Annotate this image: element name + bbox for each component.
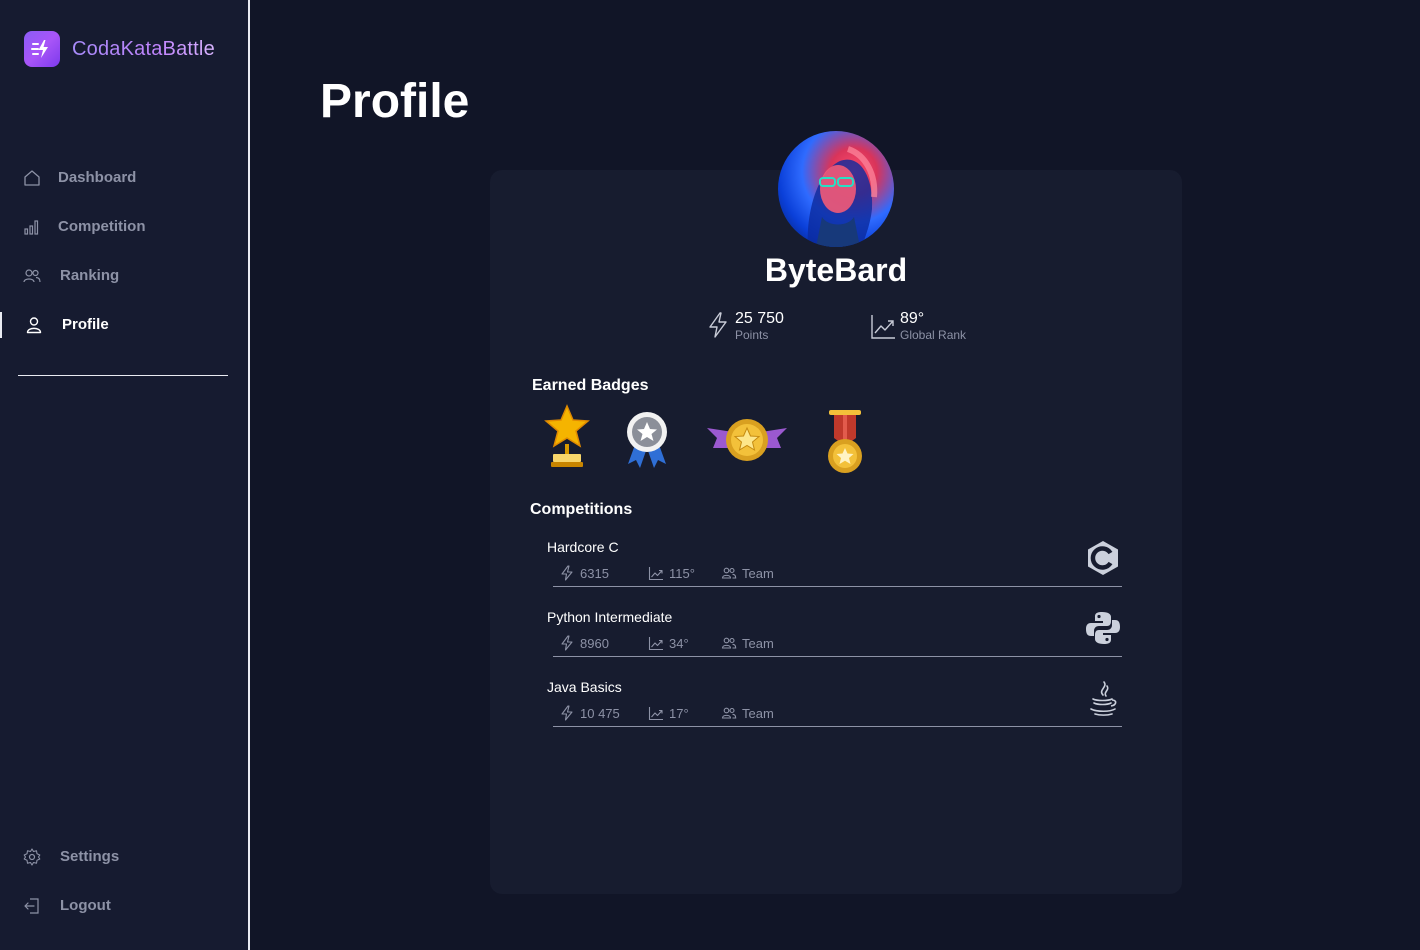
sidebar-item-logout[interactable]: Logout (0, 890, 248, 922)
user-icon (26, 317, 42, 334)
lightning-icon (561, 705, 573, 721)
rank-value: 34° (669, 635, 689, 651)
silver-star-ribbon-icon[interactable] (624, 410, 670, 470)
points-value: 10 475 (580, 705, 620, 721)
rank-value: 89° (900, 310, 925, 327)
mode-value: Team (742, 565, 774, 581)
competition-row-python-intermediate[interactable]: Python Intermediate 8960 34° Team (547, 609, 1122, 679)
brand-name: CodaKataBattle (72, 37, 215, 60)
competition-row-java-basics[interactable]: Java Basics 10 475 17° Team (547, 679, 1122, 749)
gold-winged-medal-icon[interactable] (705, 416, 789, 464)
sidebar-item-competition[interactable]: Competition (0, 211, 248, 243)
sidebar-item-label: Dashboard (58, 169, 137, 186)
row-divider (553, 726, 1122, 727)
c-language-icon (1088, 541, 1118, 575)
rank-value: 17° (669, 705, 689, 721)
row-divider (553, 656, 1122, 657)
mode-value: Team (742, 705, 774, 721)
sidebar-item-profile[interactable]: Profile (0, 309, 248, 341)
gold-star-medal-icon[interactable] (826, 408, 864, 476)
competition-points: 10 475 (559, 705, 620, 721)
users-icon (721, 567, 737, 579)
logout-icon (24, 898, 39, 914)
rank-value: 115° (669, 565, 695, 581)
page-title: Profile (320, 75, 470, 128)
lightning-icon (561, 635, 573, 651)
competition-row-hardcore-c[interactable]: Hardcore C 6315 115° Team (547, 539, 1122, 609)
competition-points: 6315 (559, 565, 609, 581)
sidebar-item-label: Ranking (60, 267, 120, 284)
trend-up-icon (648, 567, 663, 581)
sidebar-item-ranking[interactable]: Ranking (0, 260, 248, 292)
trend-up-icon (648, 637, 663, 651)
points-value: 8960 (580, 635, 609, 651)
lightning-logo-icon (24, 31, 60, 67)
competition-rank: 115° (648, 565, 695, 581)
gear-icon (23, 848, 41, 866)
trend-up-icon (871, 315, 895, 339)
competition-name: Python Intermediate (547, 609, 673, 625)
trend-up-icon (648, 707, 663, 721)
avatar (778, 131, 894, 247)
competition-points: 8960 (559, 635, 609, 651)
app-root: CodaKataBattle Dashboard Competition Ran… (0, 0, 1420, 950)
users-icon (721, 707, 737, 719)
points-stat: 25 750 Points (705, 310, 784, 342)
sidebar: CodaKataBattle Dashboard Competition Ran… (0, 0, 250, 950)
competition-mode: Team (721, 705, 774, 721)
competition-rank: 17° (648, 705, 689, 721)
rank-stat: 89° Global Rank (870, 310, 966, 342)
points-label: Points (735, 328, 769, 342)
sidebar-divider (18, 375, 228, 376)
competition-mode: Team (721, 635, 774, 651)
competitions-title: Competitions (530, 501, 633, 518)
row-divider (553, 586, 1122, 587)
username: ByteBard (764, 252, 908, 288)
sidebar-item-label: Logout (60, 897, 111, 914)
points-value: 6315 (580, 565, 609, 581)
lightning-icon (709, 312, 727, 338)
sidebar-item-label: Competition (58, 218, 146, 235)
badges-title: Earned Badges (532, 377, 649, 394)
python-icon (1086, 612, 1120, 644)
lightning-icon (561, 565, 573, 581)
home-icon (24, 170, 40, 186)
competition-name: Hardcore C (547, 539, 619, 555)
competition-name: Java Basics (547, 679, 622, 695)
mode-value: Team (742, 635, 774, 651)
bar-chart-icon (24, 220, 39, 235)
brand[interactable]: CodaKataBattle (24, 31, 215, 67)
competition-mode: Team (721, 565, 774, 581)
sidebar-item-label: Settings (60, 848, 120, 865)
users-icon (23, 269, 41, 283)
sidebar-item-settings[interactable]: Settings (0, 841, 248, 873)
sidebar-item-dashboard[interactable]: Dashboard (0, 162, 248, 194)
rank-label: Global Rank (900, 328, 967, 342)
competition-rank: 34° (648, 635, 689, 651)
star-trophy-icon[interactable] (543, 404, 591, 470)
sidebar-item-label: Profile (62, 316, 109, 333)
java-icon (1090, 681, 1117, 716)
points-value: 25 750 (735, 310, 784, 327)
users-icon (721, 637, 737, 649)
